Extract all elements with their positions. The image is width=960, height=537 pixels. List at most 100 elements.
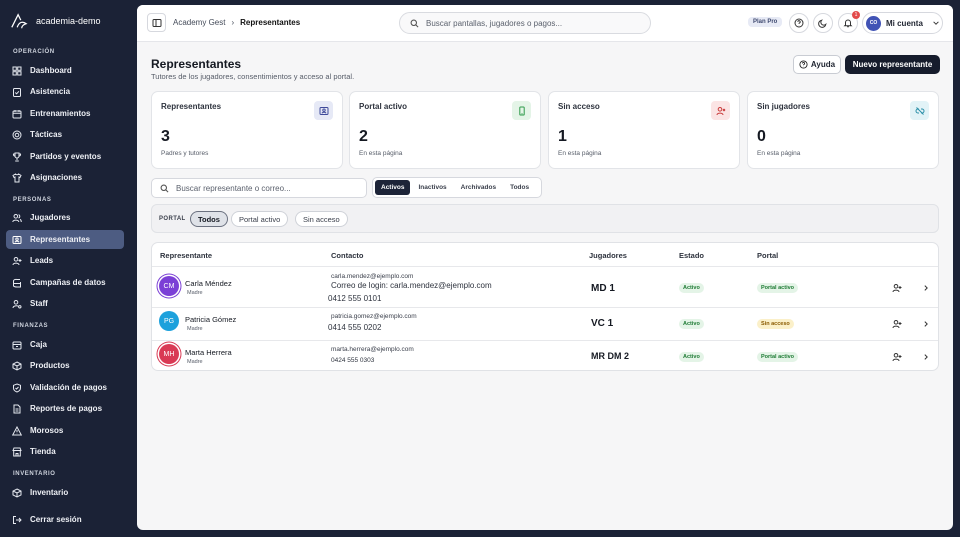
column-header: Representante [160,251,213,260]
help-circle-icon [794,18,804,28]
sidebar-item-entrenamientos[interactable]: Entrenamientos [6,104,124,123]
sidebar-item-label: Morosos [30,426,64,435]
representative-search-input[interactable]: Buscar representante o correo... [151,178,367,198]
shield-check-icon [13,382,21,393]
contact-phone: 0414 555 0202 [328,323,382,332]
stat-icon-box [711,101,730,120]
search-icon [410,19,419,27]
tab-archivados[interactable]: Archivados [455,180,502,195]
stat-title: Representantes [161,102,222,111]
chevron-right-icon[interactable] [922,284,930,292]
help-circle-button[interactable] [789,13,809,33]
sidebar-item-representantes[interactable]: Representantes [6,230,124,249]
sidebar-item-leads[interactable]: Leads [6,251,124,270]
tab-todos[interactable]: Todos [504,180,535,195]
sidebar-item-morosos[interactable]: Morosos [6,421,124,440]
global-search-placeholder: Buscar pantallas, jugadores o pagos... [426,18,563,28]
players-count: MD 1 [591,283,615,294]
section-inventario: INVENTARIO [13,471,56,477]
notification-count-badge: 1 [852,11,860,19]
status-badge: Activo [679,319,704,329]
tab-inactivos[interactable]: Inactivos [412,180,452,195]
portal-badge: Sin acceso [757,319,794,329]
sidebar-toggle-button[interactable] [147,13,166,32]
contact-phone: 0424 555 0303 [331,357,375,364]
chip-sin-acceso[interactable]: Sin acceso [295,211,348,227]
sidebar-item-caja[interactable]: Caja [6,335,124,354]
database-icon [13,278,21,287]
contact-email: carla.mendez@ejemplo.com [331,273,414,280]
sidebar-item-label: Leads [30,256,54,265]
alert-triangle-icon [12,425,22,435]
stat-icon-box [512,101,531,120]
sidebar-item-label: Asistencia [30,87,71,96]
theme-toggle-button[interactable] [813,13,833,33]
contact-phone: 0412 555 0101 [328,294,382,303]
search-icon [160,184,169,192]
user-plus-icon[interactable] [892,283,902,293]
file-report-icon [13,404,21,413]
main-panel: Academy Gest › Representantes Buscar pan… [137,5,953,530]
phone-icon [518,106,525,115]
contact-email: patricia.gomez@ejemplo.com [331,313,417,320]
account-menu-button[interactable]: CO Mi cuenta [862,12,943,34]
help-button[interactable]: Ayuda [793,55,841,74]
sidebar-item-tacticas[interactable]: Tácticas [6,125,124,144]
sidebar-item-campanas[interactable]: Campañas de datos [6,273,124,292]
box-icon [12,360,22,371]
stat-card-portal-activo: Portal activo 2 En esta página [349,91,541,169]
page-title: Representantes [151,57,242,71]
sidebar-item-staff[interactable]: Staff [6,294,124,313]
status-tabs: Activos Inactivos Archivados Todos [372,177,542,198]
brand-name: academia-demo [36,16,101,26]
chip-portal-activo[interactable]: Portal activo [231,211,289,227]
table-row[interactable]: PG Patricia Gómez Madre patricia.gomez@e… [152,308,938,340]
stat-subtitle: En esta página [757,150,801,157]
login-email-note: Correo de login: carla.mendez@ejemplo.co… [331,281,492,290]
representative-name: Carla Méndez [185,279,232,288]
dashboard-icon [12,66,22,75]
sidebar-item-reportes[interactable]: Reportes de pagos [6,399,124,418]
table-row[interactable]: MH Marta Herrera Madre marta.herrera@eje… [152,341,938,370]
chevron-right-icon[interactable] [922,320,930,328]
sidebar-item-dashboard[interactable]: Dashboard [6,61,124,80]
table-row[interactable]: CM Carla Méndez Madre carla.mendez@ejemp… [152,267,938,307]
id-card-icon [12,235,22,244]
stat-subtitle: Padres y tutores [161,150,209,157]
breadcrumb: Academy Gest › Representantes [173,18,300,27]
sidebar-item-partidos[interactable]: Partidos y eventos [6,147,124,166]
stat-value: 1 [558,128,567,145]
chip-portal-todos[interactable]: Todos [190,211,228,227]
breadcrumb-root[interactable]: Academy Gest [173,18,225,27]
sidebar-item-jugadores[interactable]: Jugadores [6,208,124,227]
search-placeholder: Buscar representante o correo... [176,183,291,193]
representatives-table: Representante Contacto Jugadores Estado … [151,242,939,371]
sidebar-item-productos[interactable]: Productos [6,356,124,375]
sidebar-item-validacion[interactable]: Validación de pagos [6,378,124,397]
representative-relation: Madre [187,326,203,332]
breadcrumb-separator: › [231,18,235,27]
sidebar-item-asignaciones[interactable]: Asignaciones [6,168,124,187]
sidebar-item-tienda[interactable]: Tienda [6,442,124,461]
sidebar-item-asistencia[interactable]: Asistencia [6,82,124,101]
sidebar-item-label: Dashboard [30,66,72,75]
help-label: Ayuda [810,60,836,69]
user-plus-icon[interactable] [892,352,902,362]
status-badge: Activo [679,283,704,293]
tab-activos[interactable]: Activos [375,180,411,195]
chevron-right-icon[interactable] [922,353,930,361]
logout-button[interactable]: Cerrar sesión [6,510,124,529]
avatar: MH [159,344,179,364]
trophy-icon [12,152,22,161]
brand[interactable]: academia-demo [10,12,101,30]
new-representative-button[interactable]: Nuevo representante [845,55,940,74]
user-plus-icon[interactable] [892,319,902,329]
avatar: PG [159,311,179,331]
sidebar-item-label: Representantes [30,235,91,244]
sidebar-item-label: Partidos y eventos [30,152,102,161]
representative-name: Patricia Gómez [185,315,237,324]
global-search-input[interactable]: Buscar pantallas, jugadores o pagos... [399,12,651,34]
sidebar-item-inventario[interactable]: Inventario [6,483,124,502]
bell-icon [843,19,853,28]
status-badge: Activo [679,352,704,362]
